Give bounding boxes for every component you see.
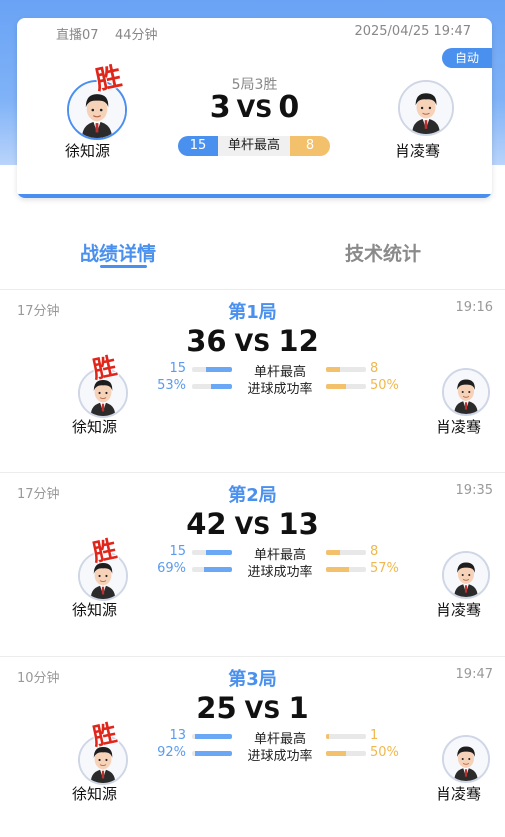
card-accent-bar (17, 194, 492, 198)
stat-row: 15 单杆最高 8 (150, 361, 410, 380)
stat-left-bar (192, 550, 232, 555)
match-summary-card: 直播07 44分钟 2025/04/25 19:47 自动 胜 徐知源 肖凌骞 … (17, 18, 492, 198)
stat-right-bar (326, 550, 366, 555)
game-title: 第1局 (228, 302, 277, 323)
game-title: 第2局 (228, 485, 277, 506)
stat-left-value: 15 (169, 544, 186, 559)
stat-left-value: 69% (157, 561, 186, 576)
vs-label: VS (236, 95, 273, 123)
game-score-left: 36 (186, 324, 227, 358)
player-right-name: 肖凌骞 (436, 785, 482, 803)
match-duration: 44分钟 (115, 28, 158, 43)
game-end-time: 19:35 (455, 483, 493, 498)
stat-left-bar-fill (206, 367, 232, 372)
game-score-right: 12 (278, 324, 319, 358)
player-right-avatar[interactable] (442, 735, 490, 783)
tab-bar: 战绩详情 技术统计 (0, 225, 505, 285)
game-title: 第3局 (228, 669, 277, 690)
game-score: 25 VS 1 (0, 691, 505, 725)
auto-badge[interactable]: 自动 (442, 48, 492, 68)
stat-row: 92% 进球成功率 50% (150, 745, 410, 764)
match-datetime: 2025/04/25 19:47 (354, 24, 471, 39)
stat-label: 进球成功率 (247, 565, 313, 580)
vs-label: VS (244, 696, 281, 724)
stat-row: 15 单杆最高 8 (150, 544, 410, 563)
stat-left-bar (192, 367, 232, 372)
stat-right-bar-fill (326, 567, 349, 572)
stat-row: 69% 进球成功率 57% (150, 561, 410, 580)
stat-right-bar (326, 384, 366, 389)
stat-left-value: 53% (157, 378, 186, 393)
stat-left-bar-fill (210, 384, 232, 389)
stat-row: 13 单杆最高 1 (150, 728, 410, 747)
player-avatar-icon (444, 737, 488, 781)
tab-technical-stats[interactable]: 技术统计 (345, 239, 421, 266)
stat-left-value: 15 (169, 361, 186, 376)
stat-right-value: 8 (370, 544, 379, 559)
stat-left-value: 13 (169, 728, 186, 743)
match-score: 3 VS 0 (17, 90, 492, 125)
player-right-name: 肖凌骞 (395, 142, 441, 160)
stat-left-bar-fill (204, 567, 232, 572)
stat-right-value: 1 (370, 728, 379, 743)
game-score-right: 1 (288, 691, 309, 725)
best-break-right: 8 (290, 136, 330, 156)
player-right-avatar[interactable] (442, 551, 490, 599)
active-tab-indicator (100, 265, 147, 268)
player-left-name: 徐知源 (72, 418, 118, 436)
vs-label: VS (234, 329, 271, 357)
game-card-1[interactable]: 17分钟 第1局 19:16 36 VS 12 胜 徐知源 肖凌骞 15 单杆最高 … (0, 290, 505, 470)
game-card-2[interactable]: 17分钟 第2局 19:35 42 VS 13 胜 徐知源 肖凌骞 15 单杆最高 … (0, 473, 505, 653)
stat-right-value: 50% (370, 378, 399, 393)
stat-right-bar (326, 367, 366, 372)
stat-right-bar-fill (326, 550, 340, 555)
player-avatar-icon (444, 370, 488, 414)
player-left-name: 徐知源 (72, 785, 118, 803)
game-score-left: 25 (196, 691, 237, 725)
player-left-name: 徐知源 (65, 142, 111, 160)
game-score-left: 42 (186, 507, 227, 541)
stat-right-bar-fill (326, 367, 340, 372)
best-break-pill: 15 单杆最高 8 (178, 136, 330, 156)
stat-right-bar-fill (326, 384, 346, 389)
game-score-right: 13 (278, 507, 319, 541)
game-score: 42 VS 13 (0, 507, 505, 541)
player-right-avatar[interactable] (442, 368, 490, 416)
stat-left-bar-fill (195, 751, 232, 756)
game-score: 36 VS 12 (0, 324, 505, 358)
game-end-time: 19:47 (455, 667, 493, 682)
stat-right-value: 50% (370, 745, 399, 760)
stat-row: 53% 进球成功率 50% (150, 378, 410, 397)
channel-label: 直播07 (56, 28, 99, 43)
stat-left-bar (192, 567, 232, 572)
player-right-name: 肖凌骞 (436, 418, 482, 436)
player-right-name: 肖凌骞 (436, 601, 482, 619)
stat-left-bar (192, 384, 232, 389)
game-card-3[interactable]: 10分钟 第3局 19:47 25 VS 1 胜 徐知源 肖凌骞 13 单杆最高 1… (0, 657, 505, 837)
game-end-time: 19:16 (455, 300, 493, 315)
stat-left-bar (192, 734, 232, 739)
stat-left-bar-fill (194, 734, 232, 739)
stat-label: 进球成功率 (247, 749, 313, 764)
stat-right-bar (326, 567, 366, 572)
player-avatar-icon (444, 553, 488, 597)
stat-right-value: 8 (370, 361, 379, 376)
tab-match-details[interactable]: 战绩详情 (80, 239, 156, 266)
vs-label: VS (234, 512, 271, 540)
match-score-left: 3 (209, 90, 231, 125)
stat-left-value: 92% (157, 745, 186, 760)
stat-right-bar (326, 734, 366, 739)
stat-right-bar-fill (326, 751, 346, 756)
best-break-label: 单杆最高 (218, 136, 290, 156)
match-score-right: 0 (278, 90, 300, 125)
stat-left-bar (192, 751, 232, 756)
player-left-name: 徐知源 (72, 601, 118, 619)
best-break-left: 15 (178, 136, 218, 156)
stat-right-bar-fill (326, 734, 329, 739)
stat-right-bar (326, 751, 366, 756)
stat-left-bar-fill (206, 550, 232, 555)
stat-label: 进球成功率 (247, 382, 313, 397)
stat-right-value: 57% (370, 561, 399, 576)
